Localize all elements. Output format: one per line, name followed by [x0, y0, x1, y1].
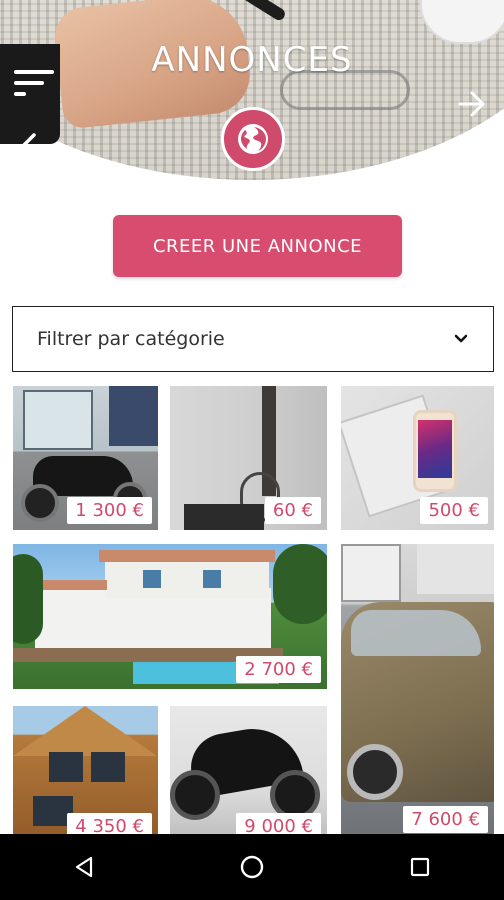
- header: ANNONCES: [0, 0, 504, 185]
- listing-card[interactable]: 60 €: [170, 386, 327, 530]
- category-filter-label: Filtrer par catégorie: [37, 328, 225, 350]
- recents-square-icon: [410, 857, 430, 877]
- listing-card[interactable]: 9 000 €: [170, 706, 327, 834]
- listing-grid: 1 300 € 60 € 500 € 2 700 € 7 600 € 4 350…: [0, 384, 504, 834]
- listing-price: 60 €: [264, 497, 321, 524]
- listing-card[interactable]: 500 €: [341, 386, 494, 530]
- listing-card[interactable]: 2 700 €: [13, 544, 327, 689]
- nav-home-button[interactable]: [232, 847, 272, 887]
- forward-arrow-icon[interactable]: [454, 86, 490, 122]
- menu-button[interactable]: [0, 44, 60, 159]
- system-navigation-bar: [0, 834, 504, 900]
- listing-price: 500 €: [420, 497, 488, 524]
- cup-illustration: [420, 0, 504, 44]
- globe-icon: [238, 124, 268, 154]
- listing-price: 7 600 €: [403, 806, 488, 833]
- menu-icon: [14, 70, 54, 96]
- listing-card[interactable]: 1 300 €: [13, 386, 158, 530]
- globe-badge: [221, 107, 285, 171]
- page-title: ANNONCES: [151, 40, 353, 80]
- chevron-down-icon: [454, 334, 468, 343]
- listing-price: 1 300 €: [67, 497, 152, 524]
- back-arrow-icon[interactable]: [16, 128, 52, 164]
- listing-photo-car: [341, 544, 494, 834]
- screen: ANNONCES CREER UNE ANNONCE Filtrer par c…: [0, 0, 504, 900]
- home-circle-icon: [240, 855, 264, 879]
- listing-price: 9 000 €: [236, 813, 321, 834]
- category-filter-select[interactable]: Filtrer par catégorie: [12, 306, 494, 372]
- listing-price: 4 350 €: [67, 813, 152, 834]
- nav-recents-button[interactable]: [400, 847, 440, 887]
- back-triangle-icon: [75, 856, 93, 878]
- nav-back-button[interactable]: [64, 847, 104, 887]
- listing-card[interactable]: 7 600 €: [341, 544, 494, 834]
- create-listing-button[interactable]: CREER UNE ANNONCE: [113, 215, 402, 277]
- listing-card[interactable]: 4 350 €: [13, 706, 158, 834]
- listing-price: 2 700 €: [236, 656, 321, 683]
